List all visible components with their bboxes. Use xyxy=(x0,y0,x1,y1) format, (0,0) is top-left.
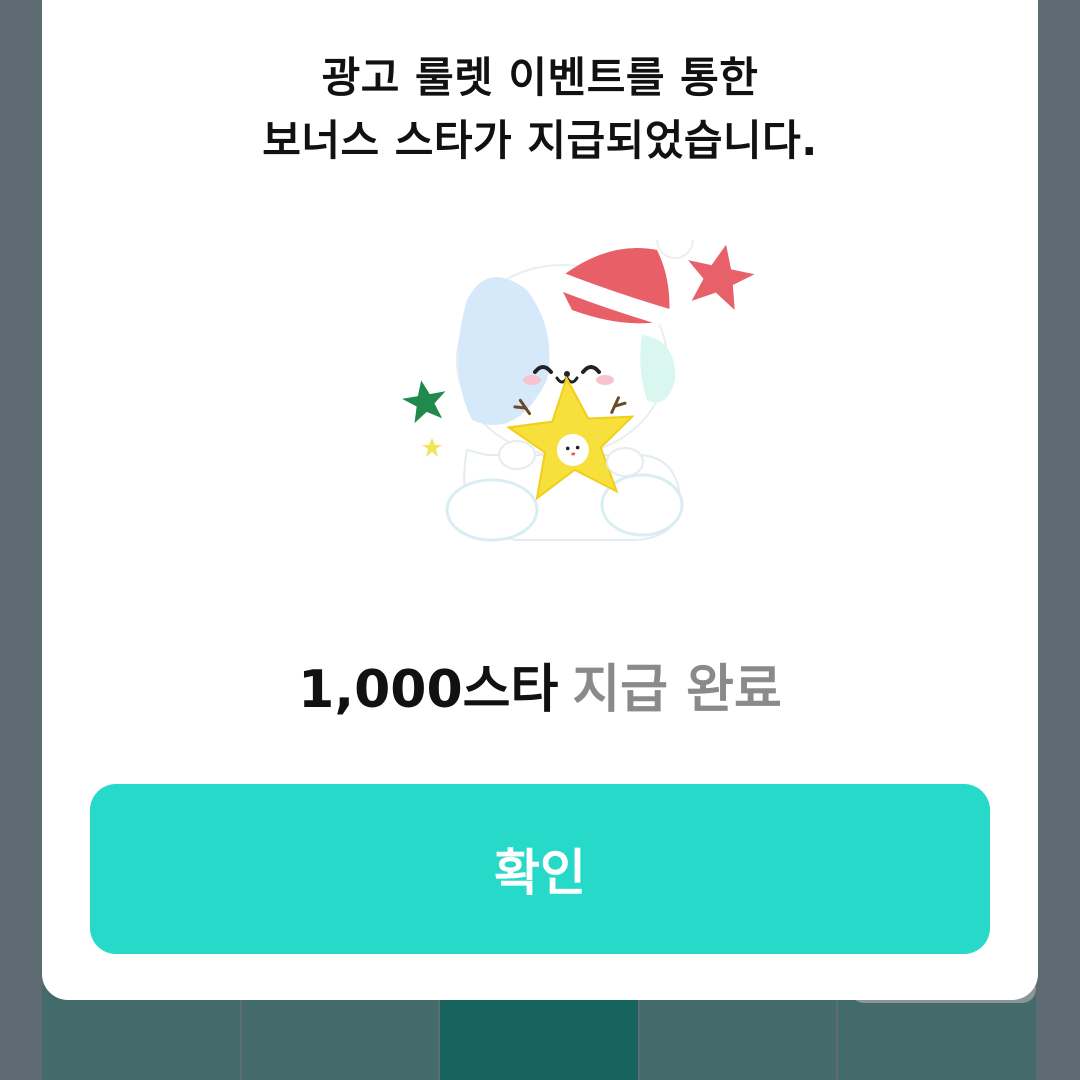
reward-amount-line: 1,000스타 지급 완료 xyxy=(42,655,1038,725)
red-star-icon xyxy=(688,244,755,310)
small-yellow-star-icon xyxy=(422,438,442,457)
green-star-icon xyxy=(402,380,446,424)
reward-modal: 광고 룰렛 이벤트를 통한 보너스 스타가 지급되었습니다. 1,000스타 지… xyxy=(42,0,1038,1000)
modal-title-line1: 광고 룰렛 이벤트를 통한 xyxy=(321,53,759,102)
confirm-button[interactable]: 확인 xyxy=(90,784,990,954)
reward-amount: 1,000스타 xyxy=(298,660,559,720)
modal-title-line2: 보너스 스타가 지급되었습니다. xyxy=(262,116,818,165)
modal-title: 광고 룰렛 이벤트를 통한 보너스 스타가 지급되었습니다. xyxy=(42,46,1038,172)
puppy-star-illustration xyxy=(402,240,755,542)
reward-status: 지급 완료 xyxy=(572,660,782,720)
